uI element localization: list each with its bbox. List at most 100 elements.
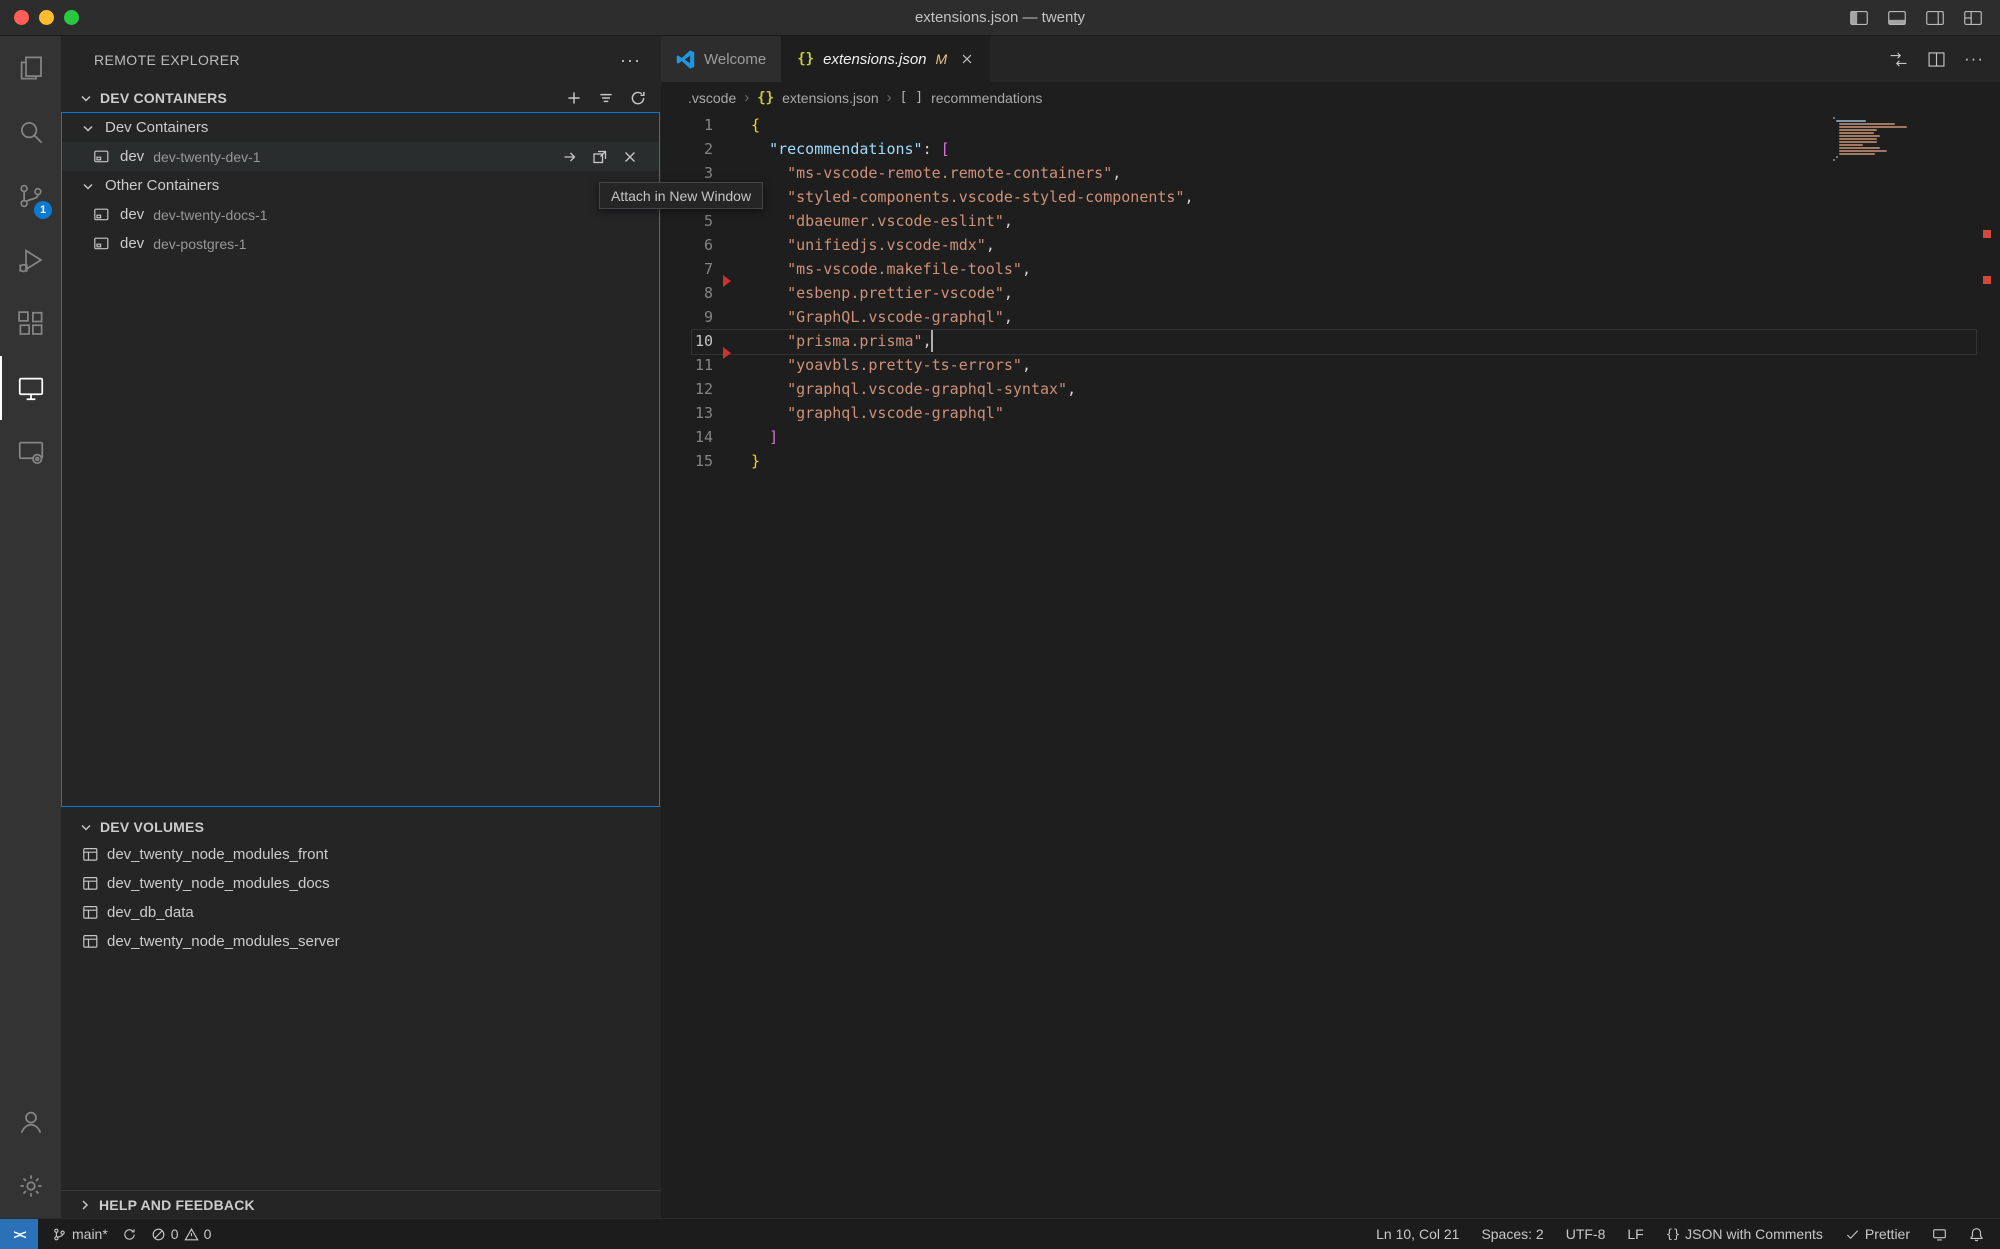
settings-gear-icon[interactable] — [0, 1154, 61, 1218]
close-window-button[interactable] — [14, 10, 29, 25]
new-container-plus-icon[interactable] — [565, 89, 583, 107]
code-line[interactable]: 6 "unifiedjs.vscode-mdx", — [661, 233, 2000, 257]
line-number[interactable]: 12 — [661, 377, 713, 401]
volume-item[interactable]: dev_twenty_node_modules_docs — [61, 869, 661, 898]
breadcrumb-file[interactable]: extensions.json — [782, 90, 879, 106]
customize-layout-icon[interactable] — [1962, 7, 1984, 29]
container-tools-icon[interactable] — [0, 420, 61, 484]
fullscreen-window-button[interactable] — [64, 10, 79, 25]
tree-item-dev-twenty-docs-1[interactable]: dev dev-twenty-docs-1 — [62, 200, 660, 229]
line-number[interactable]: 7 — [661, 257, 713, 281]
section-dev-containers-header[interactable]: DEV CONTAINERS — [61, 84, 661, 112]
code-line[interactable]: 2 "recommendations": [ — [661, 137, 2000, 161]
git-deleted-lines-marker[interactable] — [723, 347, 731, 359]
formatter-item[interactable]: Prettier — [1845, 1226, 1910, 1242]
line-number[interactable]: 13 — [661, 401, 713, 425]
git-branch-item[interactable]: main* — [52, 1226, 108, 1242]
window-title: extensions.json — twenty — [0, 9, 2000, 26]
code-editor[interactable]: 1{2 "recommendations": [3 "ms-vscode-rem… — [661, 113, 2000, 1218]
code-line[interactable]: 13 "graphql.vscode-graphql" — [661, 401, 2000, 425]
tab-extensions-json[interactable]: {} extensions.json M — [782, 36, 990, 82]
attach-in-new-window-icon[interactable] — [592, 149, 608, 165]
toggle-panel-icon[interactable] — [1886, 7, 1908, 29]
code-line[interactable]: 15} — [661, 449, 2000, 473]
code-line[interactable]: 12 "graphql.vscode-graphql-syntax", — [661, 377, 2000, 401]
volume-item[interactable]: dev_db_data — [61, 898, 661, 927]
close-tab-icon[interactable] — [960, 52, 974, 66]
line-number[interactable]: 6 — [661, 233, 713, 257]
breadcrumb-symbol[interactable]: recommendations — [931, 90, 1042, 106]
more-actions-icon[interactable]: ··· — [1964, 54, 1984, 64]
code-line[interactable]: 1{ — [661, 113, 2000, 137]
split-editor-icon[interactable] — [1926, 49, 1947, 70]
chevron-down-icon — [78, 819, 94, 835]
titlebar[interactable]: extensions.json — twenty — [0, 0, 2000, 36]
tree-group-dev-containers[interactable]: Dev Containers — [62, 113, 660, 142]
activity-bar: 1 — [0, 36, 61, 1218]
section-help-feedback-header[interactable]: HELP AND FEEDBACK — [61, 1190, 661, 1218]
code-line[interactable]: 8 "esbenp.prettier-vscode", — [661, 281, 2000, 305]
source-control-icon[interactable]: 1 — [0, 164, 61, 228]
breadcrumb-folder[interactable]: .vscode — [688, 90, 736, 106]
remote-indicator[interactable]: >< — [0, 1219, 38, 1249]
explorer-icon[interactable] — [0, 36, 61, 100]
remote-window-icon[interactable] — [1932, 1227, 1947, 1242]
volume-icon — [82, 933, 99, 950]
tab-welcome[interactable]: Welcome — [661, 36, 782, 82]
code-line[interactable]: 14 ] — [661, 425, 2000, 449]
code-line[interactable]: 5 "dbaeumer.vscode-eslint", — [661, 209, 2000, 233]
sidebar-more-actions-icon[interactable]: ··· — [620, 55, 641, 65]
sync-changes-item[interactable] — [122, 1227, 137, 1242]
tree-item-dev-twenty-dev-1[interactable]: dev dev-twenty-dev-1 — [62, 142, 660, 171]
chevron-down-icon — [80, 178, 96, 194]
attach-to-container-icon[interactable] — [562, 149, 578, 165]
minimap-line — [1839, 144, 1863, 146]
code-line[interactable]: 7 "ms-vscode.makefile-tools", — [661, 257, 2000, 281]
tree-item-dev-postgres-1[interactable]: dev dev-postgres-1 — [62, 229, 660, 258]
run-debug-icon[interactable] — [0, 228, 61, 292]
stop-container-close-icon[interactable] — [622, 149, 638, 165]
line-number[interactable]: 15 — [661, 449, 713, 473]
line-content: "recommendations": [ — [751, 137, 950, 161]
line-number[interactable]: 14 — [661, 425, 713, 449]
indentation-item[interactable]: Spaces: 2 — [1481, 1226, 1543, 1242]
eol-item[interactable]: LF — [1627, 1226, 1643, 1242]
filter-list-icon[interactable] — [597, 89, 615, 107]
minimize-window-button[interactable] — [39, 10, 54, 25]
remote-explorer-icon[interactable] — [0, 356, 61, 420]
tree-group-other-containers[interactable]: Other Containers — [62, 171, 660, 200]
line-number[interactable]: 5 — [661, 209, 713, 233]
code-line[interactable]: 4 "styled-components.vscode-styled-compo… — [661, 185, 2000, 209]
chevron-right-icon — [77, 1197, 93, 1213]
code-line[interactable]: 11 "yoavbls.pretty-ts-errors", — [661, 353, 2000, 377]
problems-item[interactable]: 0 0 — [151, 1226, 212, 1242]
refresh-icon[interactable] — [629, 89, 647, 107]
toggle-primary-sidebar-icon[interactable] — [1848, 7, 1870, 29]
volume-item[interactable]: dev_twenty_node_modules_server — [61, 927, 661, 956]
line-number[interactable]: 1 — [661, 113, 713, 137]
volume-item[interactable]: dev_twenty_node_modules_front — [61, 840, 661, 869]
line-number[interactable]: 8 — [661, 281, 713, 305]
git-deleted-lines-marker[interactable] — [723, 275, 731, 287]
toggle-secondary-sidebar-icon[interactable] — [1924, 7, 1946, 29]
minimap-line — [1839, 123, 1895, 125]
line-number[interactable]: 11 — [661, 353, 713, 377]
line-number[interactable]: 10 — [661, 329, 713, 353]
accounts-icon[interactable] — [0, 1090, 61, 1154]
code-line[interactable]: 10 "prisma.prisma", — [661, 329, 2000, 353]
code-line[interactable]: 3 "ms-vscode-remote.remote-containers", — [661, 161, 2000, 185]
section-actions — [565, 89, 661, 107]
notifications-bell-icon[interactable] — [1969, 1227, 1984, 1242]
cursor-position-item[interactable]: Ln 10, Col 21 — [1376, 1226, 1459, 1242]
open-changes-icon[interactable] — [1888, 49, 1909, 70]
minimap-line — [1839, 132, 1874, 134]
code-line[interactable]: 9 "GraphQL.vscode-graphql", — [661, 305, 2000, 329]
minimap[interactable] — [1833, 117, 1906, 162]
encoding-item[interactable]: UTF-8 — [1566, 1226, 1606, 1242]
language-mode-item[interactable]: {} JSON with Comments — [1666, 1226, 1823, 1242]
line-number[interactable]: 9 — [661, 305, 713, 329]
line-number[interactable]: 2 — [661, 137, 713, 161]
section-dev-volumes-header[interactable]: DEV VOLUMES — [61, 814, 661, 840]
extensions-icon[interactable] — [0, 292, 61, 356]
search-icon[interactable] — [0, 100, 61, 164]
